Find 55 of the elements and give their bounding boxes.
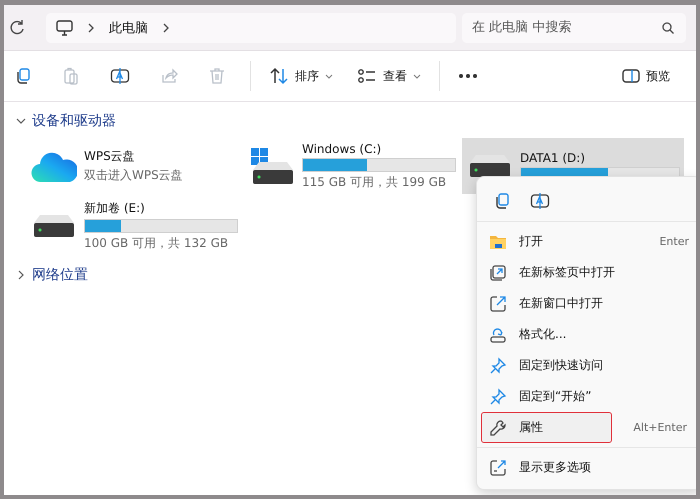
monitor-icon [56, 20, 73, 36]
search-field[interactable]: 在 此电脑 中搜索 [462, 12, 686, 42]
pin-icon [489, 356, 507, 374]
chevron-right-icon[interactable] [16, 270, 26, 280]
more-icon [458, 73, 478, 79]
share-icon [160, 67, 178, 85]
rename-icon [110, 67, 130, 85]
sort-button[interactable]: 排序 [263, 59, 339, 93]
preview-pane-icon [622, 68, 640, 84]
format-icon [489, 326, 507, 344]
open-tab-icon [489, 264, 507, 282]
section-header[interactable]: 设备和驱动器 [32, 112, 116, 130]
more-options-icon [489, 458, 507, 476]
drive-details: 115 GB 可用，共 199 GB [302, 174, 448, 190]
drive-name: DATA1 (D:) [520, 151, 586, 165]
open-window-icon [489, 294, 507, 312]
menu-item[interactable]: 固定到“开始” [481, 381, 696, 412]
pin-icon [489, 388, 507, 406]
address-bar[interactable]: 此电脑 [46, 12, 456, 42]
menu-item[interactable]: 格式化... [481, 319, 696, 350]
list-icon [357, 67, 377, 85]
folder-icon [489, 234, 507, 250]
breadcrumb[interactable]: 此电脑 [109, 18, 148, 36]
menu-item[interactable]: 固定到快速访问 [481, 350, 696, 381]
paste-icon [62, 67, 80, 85]
shortcut-text: Enter [659, 235, 689, 248]
drive-tile[interactable]: Windows (C:) 115 GB 可用，共 199 GB [244, 138, 460, 194]
view-button[interactable]: 查看 [351, 59, 427, 93]
drive-name: 新加卷 (E:) [84, 200, 146, 217]
drive-icon [34, 215, 74, 237]
section-header[interactable]: 网络位置 [32, 266, 88, 284]
chevron-down-icon[interactable] [16, 116, 26, 126]
shortcut-text: Alt+Enter [633, 421, 687, 434]
trash-icon [208, 67, 226, 85]
drive-name: Windows (C:) [302, 142, 382, 156]
drive-tile[interactable]: 新加卷 (E:) 100 GB 可用，共 132 GB [26, 198, 242, 254]
search-icon [662, 22, 674, 34]
menu-item[interactable]: 显示更多选项 [481, 452, 696, 483]
preview-button[interactable]: 预览 [616, 59, 676, 93]
wrench-icon [489, 418, 507, 436]
chevron-icon[interactable] [162, 22, 170, 32]
system-drive-icon [251, 148, 293, 184]
caret-icon [413, 74, 421, 78]
drive-name: WPS云盘 [84, 148, 136, 165]
rename-icon [530, 192, 550, 210]
menu-item[interactable]: 打开 Enter [481, 226, 696, 257]
menu-item[interactable]: 在新窗口中打开 [481, 288, 696, 319]
drive-details: 100 GB 可用，共 132 GB [84, 235, 230, 252]
refresh-icon[interactable] [8, 18, 26, 36]
menu-item[interactable]: 在新标签页中打开 [481, 257, 696, 288]
chevron-icon[interactable] [87, 22, 95, 32]
drive-tile[interactable]: WPS云盘 双击进入WPS云盘 [26, 138, 242, 194]
caret-icon [325, 74, 333, 78]
sort-arrows-icon [269, 67, 289, 85]
drive-details: 双击进入WPS云盘 [84, 167, 184, 184]
